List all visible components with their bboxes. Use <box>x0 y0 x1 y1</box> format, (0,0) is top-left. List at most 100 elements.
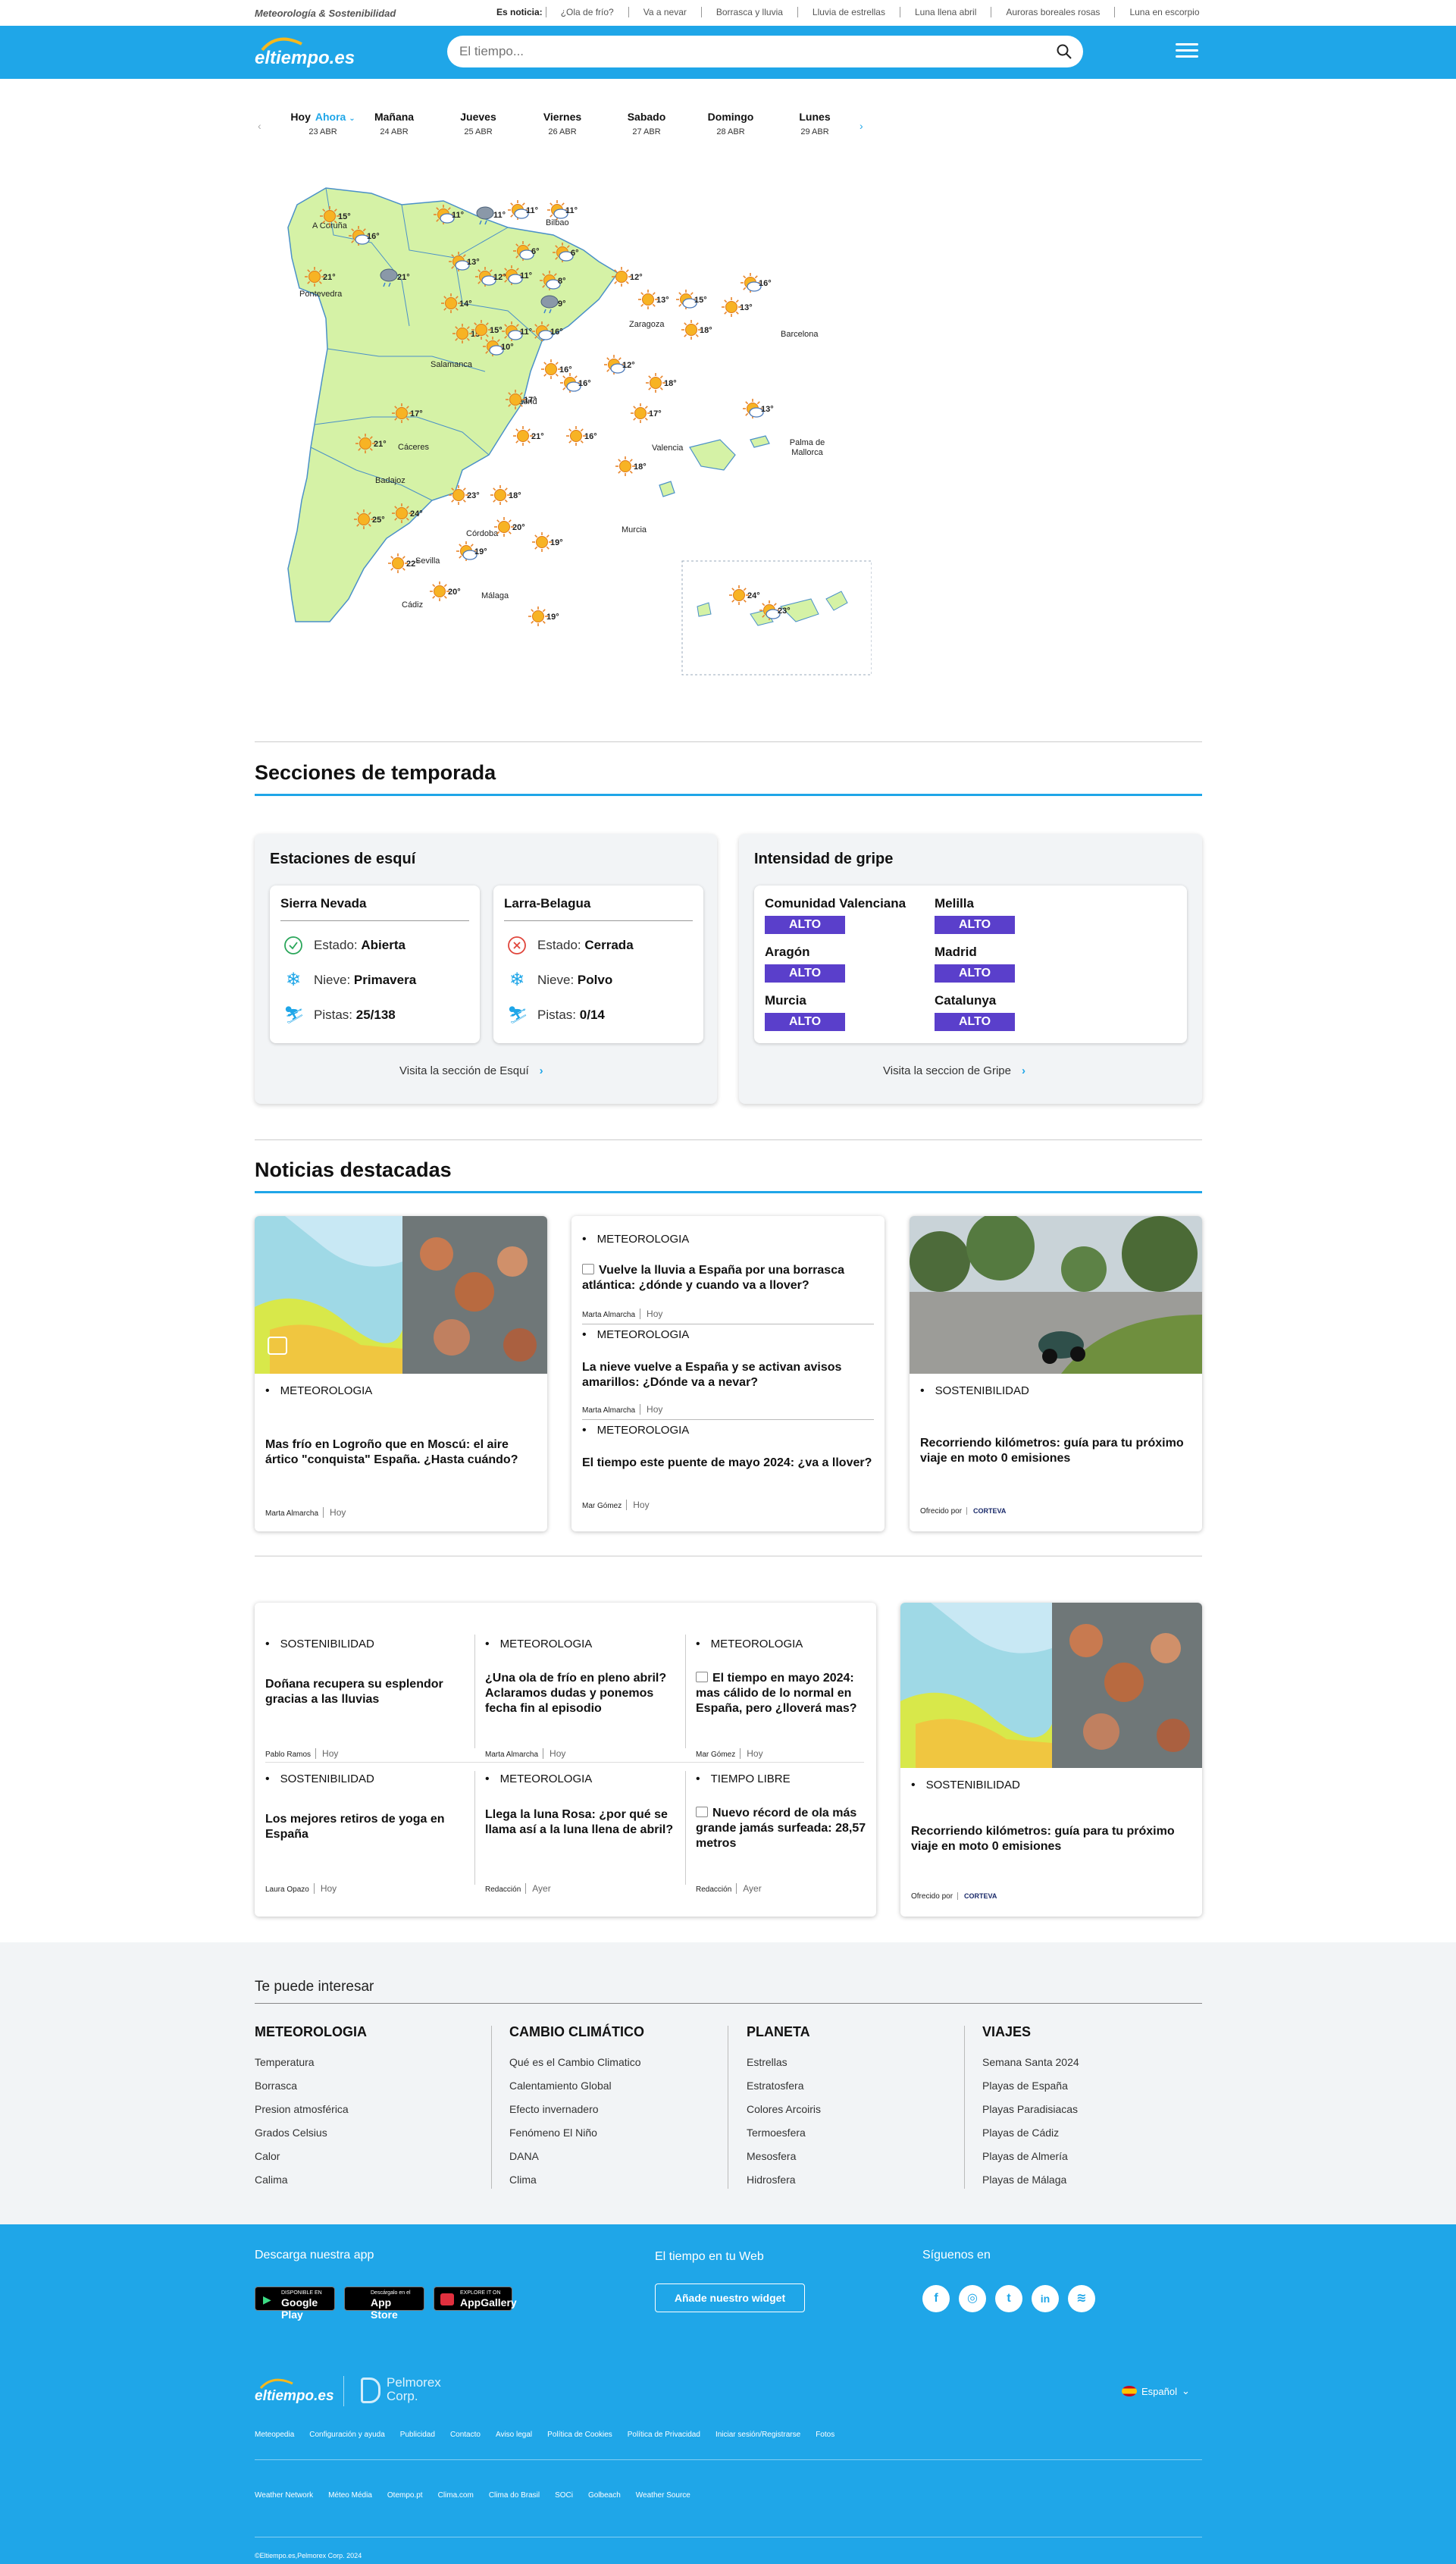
footer-link[interactable]: Playas de España <box>982 2074 1079 2098</box>
twitter-icon[interactable]: t <box>995 2285 1022 2312</box>
news-title[interactable]: La nieve vuelve a España y se activan av… <box>582 1360 878 1390</box>
news-title[interactable]: Vuelve la lluvia a España por una borras… <box>582 1263 878 1293</box>
appgallery-button[interactable]: EXPLORE IT ON AppGallery <box>434 2287 517 2311</box>
news-link[interactable]: Lluvia de estrellas <box>797 7 900 17</box>
chevron-right-icon[interactable]: › <box>860 120 863 132</box>
network-link[interactable]: Otempo.pt <box>387 2491 423 2500</box>
footer-link[interactable]: Playas de Málaga <box>982 2168 1079 2192</box>
news-link[interactable]: Va a nevar <box>628 7 701 17</box>
news-title[interactable]: ¿Una ola de frío en pleno abril? Aclaram… <box>485 1671 675 1716</box>
language-selector[interactable]: Español ⌄ <box>1122 2385 1190 2397</box>
news-title[interactable]: Recorriendo kilómetros: guía para tu pró… <box>920 1436 1193 1466</box>
day-tab[interactable]: Domingo 28 ABR <box>693 111 769 136</box>
city-label[interactable]: Salamanca <box>431 360 472 369</box>
footer-link[interactable]: Estrellas <box>747 2051 821 2074</box>
weather-map[interactable]: A Coruña Bilbao Pontevedra Zaragoza Barc… <box>280 174 872 682</box>
network-link[interactable]: Weather Network <box>255 2491 313 2500</box>
network-link[interactable]: Golbeach <box>588 2491 621 2500</box>
footer-link[interactable]: Clima <box>509 2168 644 2192</box>
city-label[interactable]: Pontevedra <box>299 290 342 299</box>
search-icon[interactable] <box>1056 43 1072 60</box>
footer-link[interactable]: Iniciar sesión/Registrarse <box>715 2431 800 2439</box>
search-input[interactable] <box>459 36 1035 67</box>
news-link[interactable]: Luna en escorpio <box>1114 7 1213 17</box>
footer-link[interactable]: Temperatura <box>255 2051 367 2074</box>
footer-logo[interactable]: eltiempo.es <box>255 2376 340 2406</box>
footer-link[interactable]: Calor <box>255 2145 367 2168</box>
flu-section-link[interactable]: Visita la seccion de Gripe › <box>883 1064 1025 1077</box>
city-label[interactable]: Cáceres <box>398 443 429 452</box>
footer-link[interactable]: Política de Cookies <box>547 2431 612 2439</box>
network-link[interactable]: Weather Source <box>636 2491 690 2500</box>
news-link[interactable]: Borrasca y lluvia <box>700 7 797 17</box>
city-label[interactable]: Málaga <box>481 591 509 600</box>
day-tab-today[interactable]: Hoy Ahora ⌄ 23 ABR <box>285 111 361 136</box>
footer-link[interactable]: Fenómeno El Niño <box>509 2121 644 2145</box>
footer-link[interactable]: Borrasca <box>255 2074 367 2098</box>
news-title[interactable]: El tiempo en mayo 2024: mas cálido de lo… <box>696 1671 866 1716</box>
day-tab[interactable]: Sabado 27 ABR <box>609 111 684 136</box>
city-label[interactable]: Sevilla <box>415 556 440 566</box>
day-tab[interactable]: Jueves 25 ABR <box>440 111 516 136</box>
city-label[interactable]: Valencia <box>652 444 683 453</box>
footer-link[interactable]: Configuración y ayuda <box>309 2431 385 2439</box>
city-label[interactable]: Badajoz <box>375 476 405 485</box>
news-card[interactable]: SOSTENIBILIDAD Recorriendo kilómetros: g… <box>910 1216 1202 1531</box>
ski-section-link[interactable]: Visita la sección de Esquí › <box>399 1064 543 1077</box>
city-label[interactable]: Palma de Mallorca <box>781 438 834 458</box>
footer-link[interactable]: Playas Paradisiacas <box>982 2098 1079 2121</box>
footer-link[interactable]: Calima <box>255 2168 367 2192</box>
facebook-icon[interactable]: f <box>922 2285 950 2312</box>
news-title[interactable]: Doñana recupera su esplendor gracias a l… <box>265 1677 462 1707</box>
city-label[interactable]: Murcia <box>622 525 647 534</box>
chevron-left-icon[interactable]: ‹ <box>258 120 261 132</box>
day-tab[interactable]: Lunes 29 ABR <box>777 111 853 136</box>
news-link[interactable]: Auroras boreales rosas <box>991 7 1114 17</box>
footer-link[interactable]: Mesosfera <box>747 2145 821 2168</box>
footer-link[interactable]: Presion atmosférica <box>255 2098 367 2121</box>
day-tab[interactable]: Viernes 26 ABR <box>524 111 600 136</box>
search-box[interactable] <box>447 36 1083 67</box>
city-label[interactable]: Zaragoza <box>629 320 664 329</box>
add-widget-button[interactable]: Añade nuestro widget <box>655 2283 805 2312</box>
news-title[interactable]: El tiempo este puente de mayo 2024: ¿va … <box>582 1456 878 1471</box>
network-link[interactable]: SOCi <box>555 2491 573 2500</box>
news-title[interactable]: Mas frío en Logroño que en Moscú: el air… <box>265 1437 538 1468</box>
day-tab[interactable]: Mañana 24 ABR <box>356 111 432 136</box>
footer-link[interactable]: Grados Celsius <box>255 2121 367 2145</box>
footer-link[interactable]: Colores Arcoiris <box>747 2098 821 2121</box>
news-card[interactable]: METEOROLOGIA Mas frío en Logroño que en … <box>255 1216 547 1531</box>
news-link[interactable]: ¿Ola de frío? <box>545 7 628 17</box>
menu-icon[interactable] <box>1176 39 1198 62</box>
footer-link[interactable]: Aviso legal <box>496 2431 532 2439</box>
footer-link[interactable]: Playas de Almería <box>982 2145 1079 2168</box>
footer-link[interactable]: Hidrosfera <box>747 2168 821 2192</box>
city-label[interactable]: Cádiz <box>402 600 423 610</box>
footer-link[interactable]: Publicidad <box>400 2431 435 2439</box>
site-logo[interactable]: eltiempo.es <box>255 35 361 70</box>
ski-station-card[interactable]: Sierra Nevada Estado: Abierta ❄ Nieve: P… <box>270 885 480 1043</box>
news-title[interactable]: Nuevo récord de ola más grande jamás sur… <box>696 1806 866 1851</box>
footer-link[interactable]: Contacto <box>450 2431 481 2439</box>
app-store-button[interactable]: Descárgalo en el App Store <box>344 2287 424 2321</box>
footer-link[interactable]: Estratosfera <box>747 2074 821 2098</box>
news-title[interactable]: Llega la luna Rosa: ¿por qué se llama as… <box>485 1807 675 1838</box>
network-link[interactable]: Méteo Média <box>328 2491 372 2500</box>
footer-link[interactable]: Meteopedia <box>255 2431 294 2439</box>
now-dropdown[interactable]: Ahora <box>315 111 346 123</box>
linkedin-icon[interactable]: in <box>1032 2285 1059 2312</box>
footer-link[interactable]: Fotos <box>816 2431 834 2439</box>
footer-link[interactable]: Efecto invernadero <box>509 2098 644 2121</box>
spotify-icon[interactable]: ≋ <box>1068 2285 1095 2312</box>
news-card[interactable]: SOSTENIBILIDAD Recorriendo kilómetros: g… <box>900 1603 1202 1917</box>
footer-link[interactable]: Política de Privacidad <box>628 2431 700 2439</box>
footer-link[interactable]: Semana Santa 2024 <box>982 2051 1079 2074</box>
network-link[interactable]: Clima.com <box>438 2491 474 2500</box>
ski-station-card[interactable]: Larra-Belagua Estado: Cerrada ❄ Nieve: P… <box>493 885 703 1043</box>
network-link[interactable]: Clima do Brasil <box>489 2491 540 2500</box>
footer-link[interactable]: Calentamiento Global <box>509 2074 644 2098</box>
footer-link[interactable]: Playas de Cádiz <box>982 2121 1079 2145</box>
news-link[interactable]: Luna llena abril <box>899 7 991 17</box>
footer-link[interactable]: Qué es el Cambio Climatico <box>509 2051 644 2074</box>
footer-link[interactable]: Termoesfera <box>747 2121 821 2145</box>
